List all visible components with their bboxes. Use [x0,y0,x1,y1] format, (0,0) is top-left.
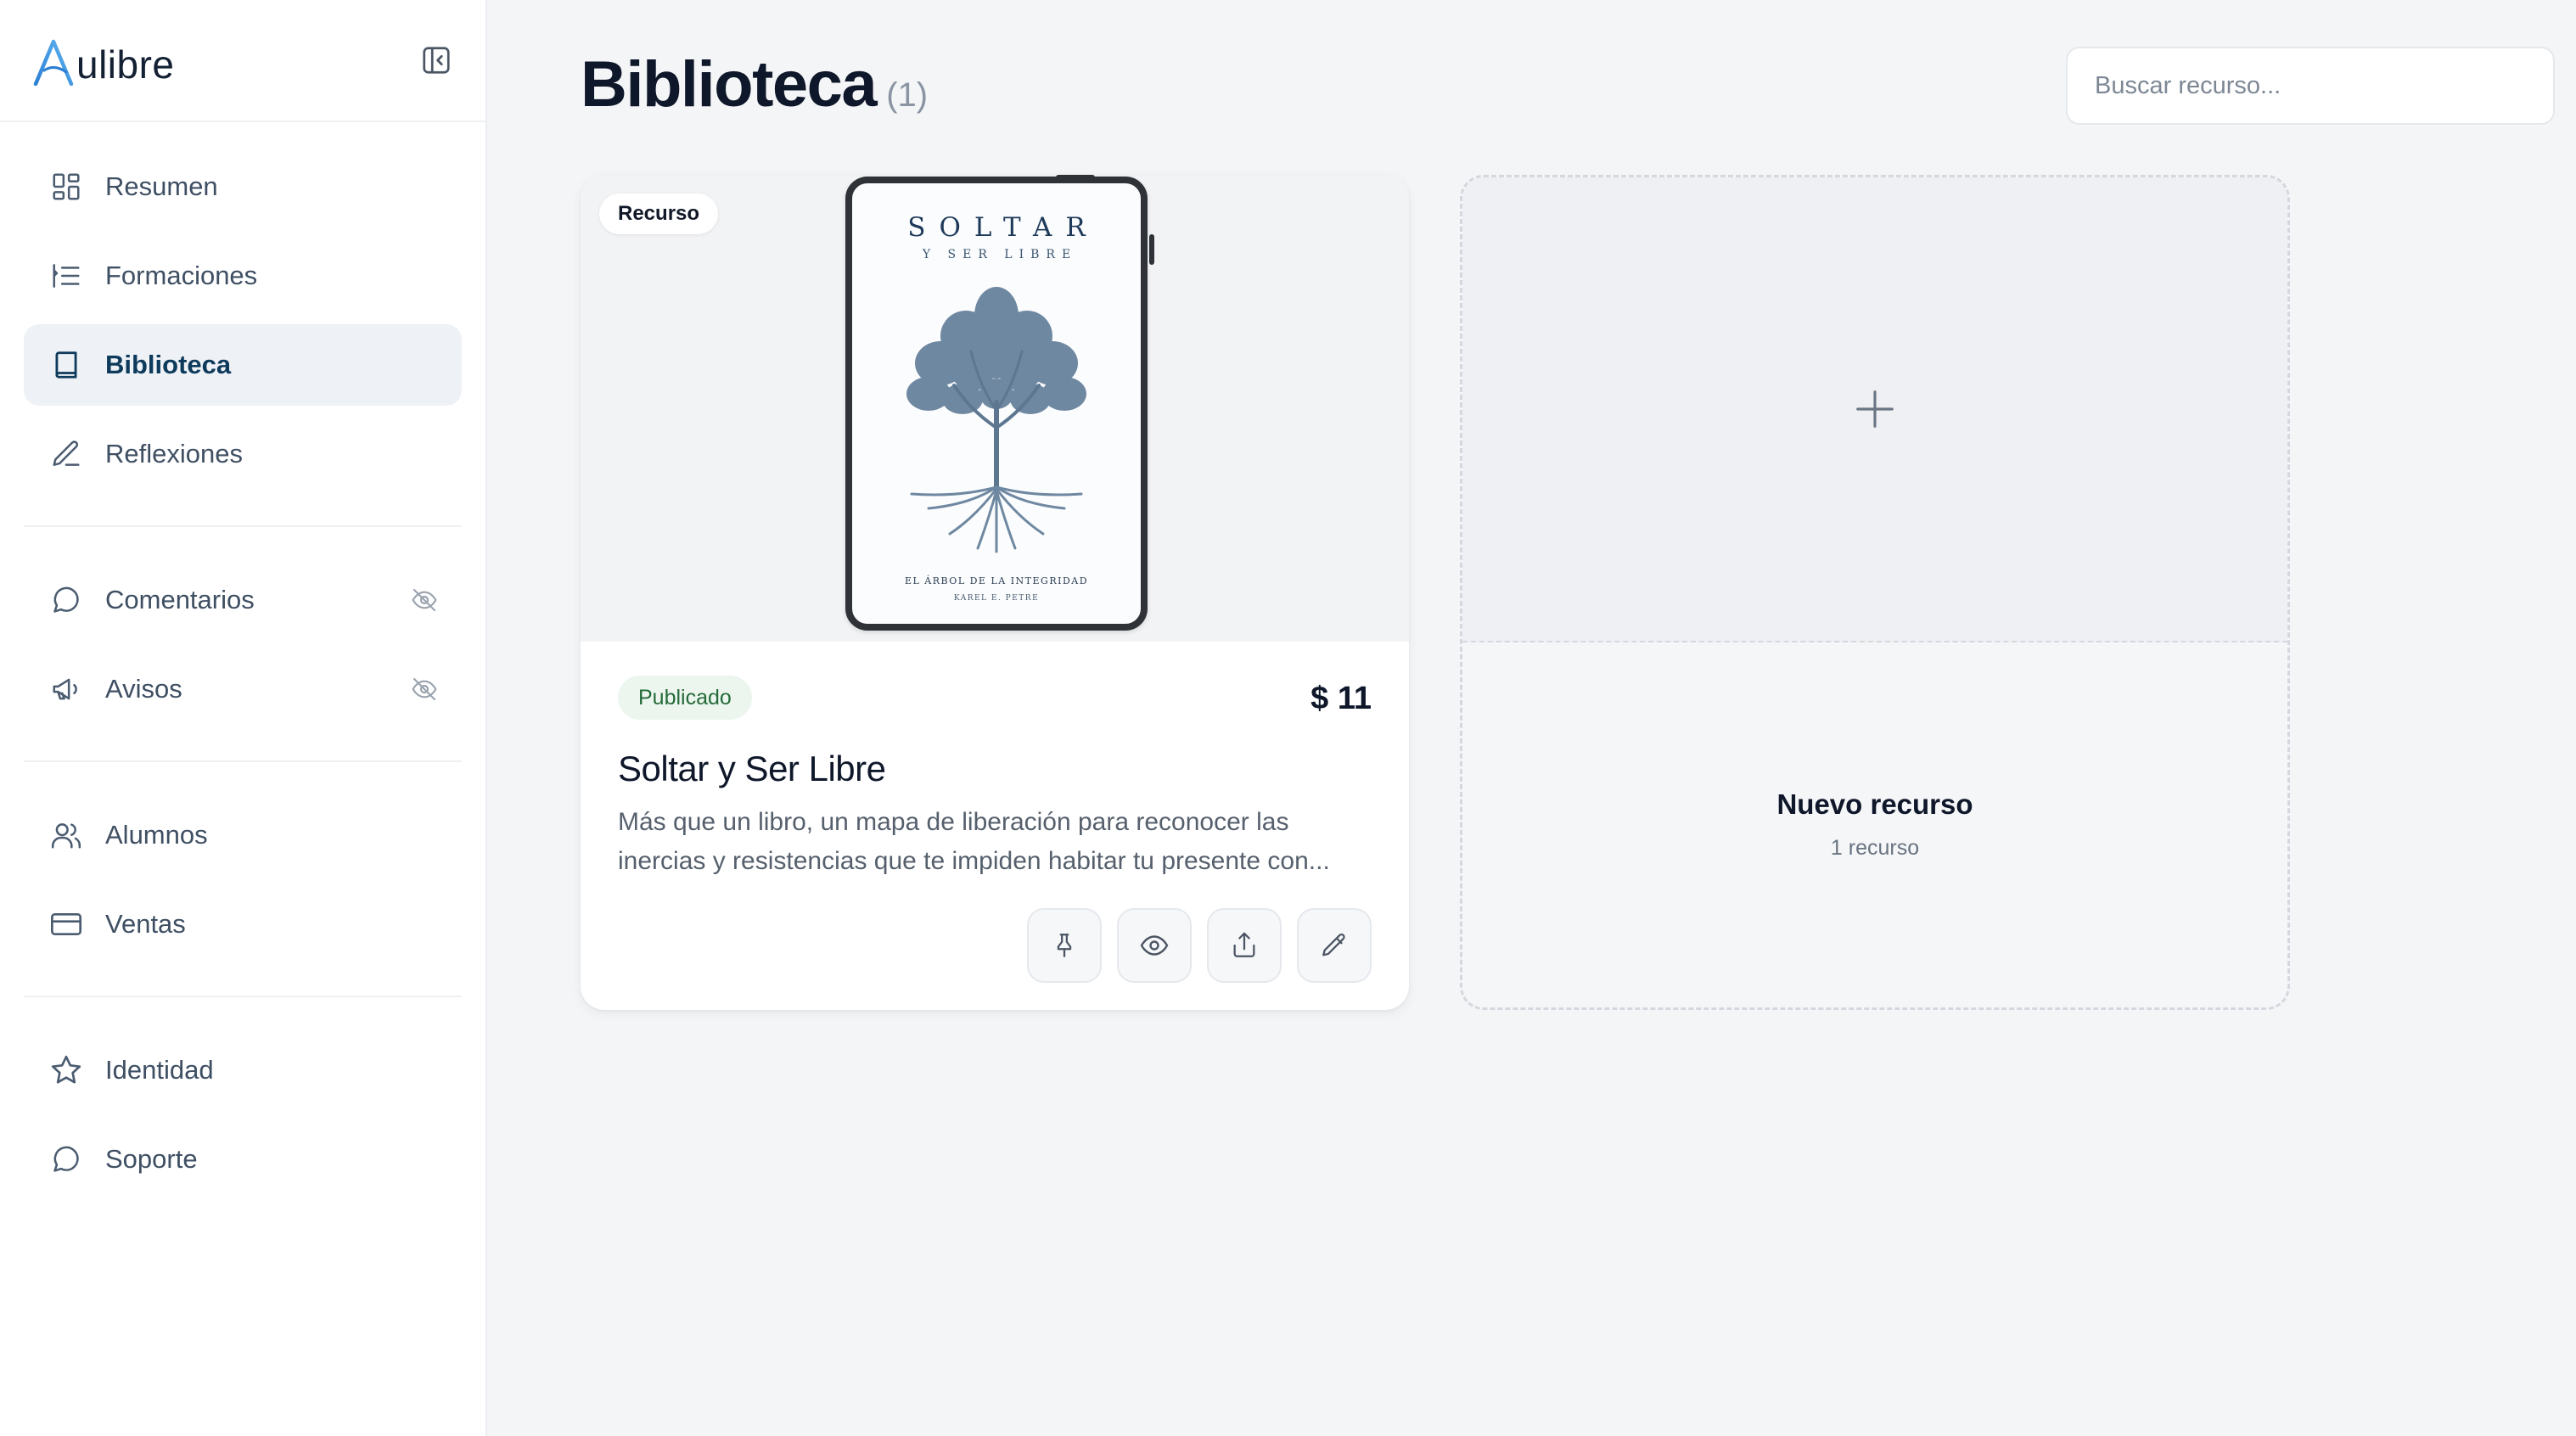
status-badge: Publicado [618,676,752,720]
main-content: Biblioteca (1) Recurso SOLTAR Y SER LIBR… [487,0,2576,1436]
share-icon [1233,932,1255,957]
credit-card-icon [49,907,83,941]
tree-illustration-icon [906,287,1086,553]
book-cover-subtitle: Y SER LIBRE [922,248,1078,261]
nav-group-main: Resumen Formaciones Biblioteca Reflexion… [24,122,462,527]
resource-price: $ 11 [1310,681,1372,716]
users-icon [49,818,83,852]
pin-button[interactable] [1027,908,1102,983]
new-resource-dropzone [1462,177,2287,642]
book-cover-author: KAREL E. PETRE [953,594,1040,603]
eye-off-icon[interactable] [411,676,438,703]
sidebar-item-label: Formaciones [105,261,258,290]
book-cover-title: SOLTAR [907,212,1099,243]
message-circle-icon [49,583,83,617]
plus-icon [1856,390,1894,428]
panel-left-icon [423,47,450,74]
nav-group-settings: Identidad Soporte [24,997,462,1231]
pen-icon [49,437,83,471]
sidebar-item-label: Comentarios [105,585,255,614]
dashboard-grid-icon [49,170,83,204]
message-circle-icon [49,1142,83,1176]
new-resource-title: Nuevo recurso [1776,788,1973,820]
sidebar-item-label: Alumnos [105,820,208,850]
share-button[interactable] [1207,908,1282,983]
logo-mark-icon [33,39,74,86]
sidebar-item-soporte[interactable]: Soporte [24,1119,462,1200]
sidebar-header: ulibre [0,0,485,122]
sidebar-item-resumen[interactable]: Resumen [24,146,462,227]
book-icon [49,348,83,382]
star-icon [49,1053,83,1087]
sidebar-item-avisos[interactable]: Avisos [24,648,462,730]
sidebar-item-comentarios[interactable]: Comentarios [24,559,462,641]
edit-button[interactable] [1297,908,1372,983]
sidebar-collapse-button[interactable] [419,43,453,77]
eye-icon [1140,935,1169,956]
megaphone-icon [49,672,83,706]
new-resource-subtitle: 1 recurso [1830,836,1920,860]
list-indent-icon [49,259,83,293]
sidebar-item-label: Resumen [105,171,218,201]
resource-card[interactable]: Recurso SOLTAR Y SER LIBRE EL ÁRBOL DE L… [581,175,1409,1010]
brand-name: ulibre [76,42,175,87]
book-cover-image: SOLTAR Y SER LIBRE EL ÁRBOL DE LA INTEGR… [845,177,1148,631]
sidebar-item-reflexiones[interactable]: Reflexiones [24,413,462,495]
resource-card-body: Publicado $ 11 Soltar y Ser Libre Más qu… [581,642,1409,1010]
resource-type-tag: Recurso [599,194,719,234]
tablet-button [1149,234,1154,265]
sidebar-item-label: Biblioteca [105,350,232,379]
preview-button[interactable] [1117,908,1192,983]
resource-cover: Recurso SOLTAR Y SER LIBRE EL ÁRBOL DE L… [581,175,1409,642]
page-title: Biblioteca (1) [581,48,928,121]
sidebar-item-biblioteca[interactable]: Biblioteca [24,324,462,406]
sidebar: ulibre Resumen Formaciones Biblioteca Re… [0,0,487,1436]
sidebar-item-label: Avisos [105,674,182,704]
resource-actions [1027,908,1372,983]
sidebar-item-label: Identidad [105,1055,214,1085]
resource-count: (1) [886,76,929,114]
resource-title: Soltar y Ser Libre [618,749,886,788]
nav-group-business: Alumnos Ventas [24,762,462,997]
sidebar-item-label: Ventas [105,909,186,939]
search-input[interactable] [2066,47,2555,125]
sidebar-item-label: Reflexiones [105,439,243,468]
sidebar-item-alumnos[interactable]: Alumnos [24,794,462,876]
app-root: ulibre Resumen Formaciones Biblioteca Re… [0,0,2576,1436]
sidebar-item-ventas[interactable]: Ventas [24,883,462,965]
logo[interactable]: ulibre [32,35,175,86]
sidebar-item-identidad[interactable]: Identidad [24,1029,462,1111]
resource-description: Más que un libro, un mapa de liberación … [618,808,1330,875]
sidebar-item-formaciones[interactable]: Formaciones [24,235,462,317]
nav-group-community: Comentarios Avisos [24,527,462,762]
page-title-text: Biblioteca [581,48,878,121]
edit-pencil-icon [1322,933,1345,956]
pin-icon [1057,934,1072,957]
sidebar-nav: Resumen Formaciones Biblioteca Reflexion… [0,122,485,1231]
new-resource-card[interactable]: Nuevo recurso 1 recurso [1460,175,2290,1010]
sidebar-item-label: Soporte [105,1144,198,1174]
book-cover-series: EL ÁRBOL DE LA INTEGRIDAD [904,575,1089,586]
eye-off-icon[interactable] [411,586,438,614]
